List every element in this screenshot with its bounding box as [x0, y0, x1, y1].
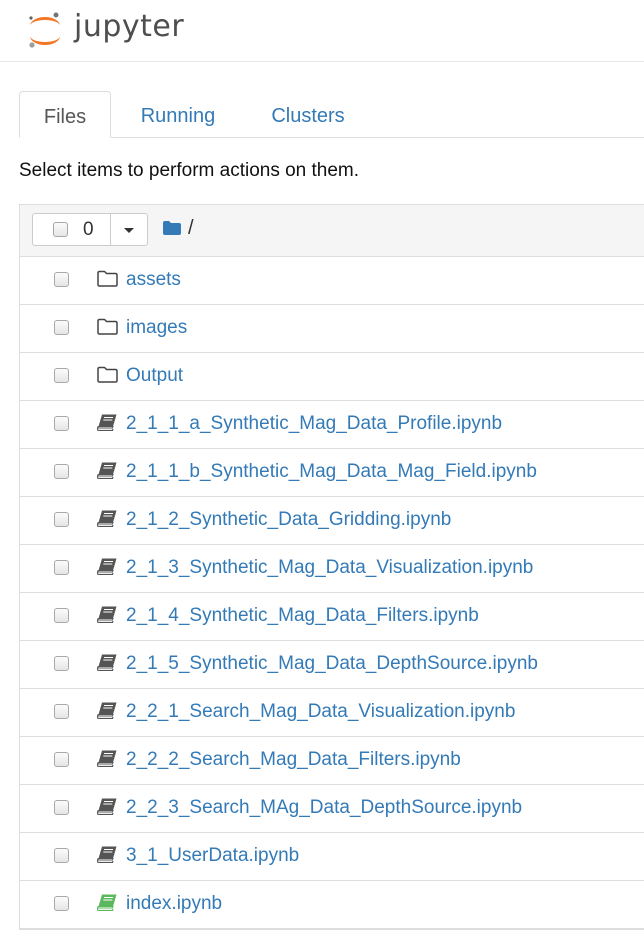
list-item[interactable]: 2_1_1_a_Synthetic_Mag_Data_Profile.ipynb [20, 401, 644, 449]
item-checkbox[interactable] [54, 704, 69, 719]
select-all-group: 0 [32, 213, 148, 246]
list-toolbar: 0 / [20, 205, 644, 257]
item-link[interactable]: 2_1_2_Synthetic_Data_Gridding.ipynb [126, 509, 451, 531]
item-link[interactable]: images [126, 317, 187, 339]
selected-count: 0 [83, 219, 94, 240]
tab-running[interactable]: Running [127, 91, 229, 137]
file-rows: assets images Output 2_1_1_a_Synthetic_Mag_… [20, 257, 644, 929]
notebook-icon [96, 750, 117, 772]
item-checkbox[interactable] [54, 752, 69, 767]
jupyter-logo[interactable]: jupyter [26, 8, 184, 52]
select-hint: Select items to perform actions on them. [19, 160, 360, 181]
item-link[interactable]: index.ipynb [126, 893, 222, 915]
list-item[interactable]: 2_2_3_Search_MAg_Data_DepthSource.ipynb [20, 785, 644, 833]
item-link[interactable]: 2_1_4_Synthetic_Mag_Data_Filters.ipynb [126, 605, 479, 627]
list-item[interactable]: assets [20, 257, 644, 305]
item-checkbox[interactable] [54, 800, 69, 815]
tab-files[interactable]: Files [19, 91, 111, 138]
notebook-icon [96, 558, 117, 580]
folder-icon [97, 318, 118, 340]
header: jupyter [0, 0, 644, 62]
select-all-checkbox[interactable] [53, 222, 68, 237]
tab-bar: Files Running Clusters [19, 91, 644, 138]
jupyter-logo-icon [29, 12, 60, 48]
item-link[interactable]: 2_1_3_Synthetic_Mag_Data_Visualization.i… [126, 557, 533, 579]
item-link[interactable]: 2_2_1_Search_Mag_Data_Visualization.ipyn… [126, 701, 515, 723]
list-item[interactable]: 2_1_4_Synthetic_Mag_Data_Filters.ipynb [20, 593, 644, 641]
folder-icon [97, 270, 118, 292]
item-checkbox[interactable] [54, 896, 69, 911]
folder-icon [97, 366, 118, 388]
file-list: 0 / assets images Output 2_1_1_a_Synthetic_… [19, 204, 644, 930]
breadcrumb-path[interactable]: / [188, 217, 194, 240]
notebook-icon [96, 654, 117, 676]
list-item[interactable]: 2_1_5_Synthetic_Mag_Data_DepthSource.ipy… [20, 641, 644, 689]
notebook-icon [96, 462, 117, 484]
list-item[interactable]: 2_1_3_Synthetic_Mag_Data_Visualization.i… [20, 545, 644, 593]
item-link[interactable]: 2_2_3_Search_MAg_Data_DepthSource.ipynb [126, 797, 522, 819]
item-checkbox[interactable] [54, 272, 69, 287]
logo-text: jupyter [74, 8, 185, 44]
item-link[interactable]: 2_1_1_a_Synthetic_Mag_Data_Profile.ipynb [126, 413, 502, 435]
list-item[interactable]: Output [20, 353, 644, 401]
select-all-button[interactable]: 0 [33, 214, 111, 245]
item-checkbox[interactable] [54, 368, 69, 383]
item-link[interactable]: 2_2_2_Search_Mag_Data_Filters.ipynb [126, 749, 461, 771]
list-item[interactable]: 2_1_2_Synthetic_Data_Gridding.ipynb [20, 497, 644, 545]
notebook-icon [96, 702, 117, 724]
notebook-running-icon [96, 894, 117, 916]
list-item[interactable]: 3_1_UserData.ipynb [20, 833, 644, 881]
item-checkbox[interactable] [54, 608, 69, 623]
item-checkbox[interactable] [54, 512, 69, 527]
item-checkbox[interactable] [54, 656, 69, 671]
notebook-icon [96, 414, 117, 436]
notebook-icon [96, 510, 117, 532]
home-folder-icon[interactable] [163, 221, 181, 235]
item-link[interactable]: Output [126, 365, 183, 387]
item-checkbox[interactable] [54, 320, 69, 335]
list-item[interactable]: images [20, 305, 644, 353]
item-checkbox[interactable] [54, 464, 69, 479]
tab-clusters[interactable]: Clusters [259, 91, 357, 137]
list-item[interactable]: 2_2_1_Search_Mag_Data_Visualization.ipyn… [20, 689, 644, 737]
item-checkbox[interactable] [54, 560, 69, 575]
item-link[interactable]: 2_1_1_b_Synthetic_Mag_Data_Mag_Field.ipy… [126, 461, 537, 483]
select-dropdown-toggle[interactable] [111, 214, 147, 245]
item-checkbox[interactable] [54, 848, 69, 863]
list-item[interactable]: 2_1_1_b_Synthetic_Mag_Data_Mag_Field.ipy… [20, 449, 644, 497]
notebook-icon [96, 606, 117, 628]
item-link[interactable]: assets [126, 269, 181, 291]
list-item[interactable]: index.ipynb [20, 881, 644, 929]
list-item[interactable]: 2_2_2_Search_Mag_Data_Filters.ipynb [20, 737, 644, 785]
notebook-icon [96, 846, 117, 868]
item-link[interactable]: 2_1_5_Synthetic_Mag_Data_DepthSource.ipy… [126, 653, 538, 675]
item-checkbox[interactable] [54, 416, 69, 431]
notebook-icon [96, 798, 117, 820]
item-link[interactable]: 3_1_UserData.ipynb [126, 845, 299, 867]
